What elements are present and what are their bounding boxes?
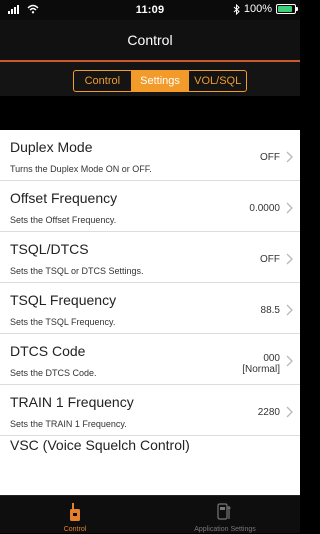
setting-description: Sets the TRAIN 1 Frequency. bbox=[10, 419, 127, 429]
nav-title: Control bbox=[0, 20, 300, 60]
setting-title: Offset Frequency bbox=[10, 190, 118, 206]
setting-title: TSQL/DTCS bbox=[10, 241, 89, 257]
tab-control[interactable]: Control bbox=[0, 496, 150, 534]
setting-description: Sets the DTCS Code. bbox=[10, 368, 97, 378]
chevron-right-icon bbox=[286, 406, 293, 418]
tab-bar: Control Application Settings bbox=[0, 495, 300, 533]
segmented-bar: Control Settings VOL/SQL bbox=[0, 62, 300, 96]
status-bar: 11:09 100% bbox=[0, 0, 300, 20]
setting-value: 000 [Normal] bbox=[242, 353, 280, 375]
setting-value-sub: [Normal] bbox=[242, 364, 280, 375]
setting-description: Sets the TSQL or DTCS Settings. bbox=[10, 266, 144, 276]
battery-percent: 100% bbox=[243, 3, 272, 15]
setting-value: OFF bbox=[260, 152, 280, 163]
setting-value: 2280 bbox=[257, 407, 280, 418]
setting-title: Duplex Mode bbox=[10, 139, 93, 155]
setting-title: VSC (Voice Squelch Control) bbox=[10, 437, 190, 453]
segment-settings[interactable]: Settings bbox=[130, 71, 189, 91]
setting-description: Sets the TSQL Frequency. bbox=[10, 317, 116, 327]
chevron-right-icon bbox=[286, 151, 293, 163]
status-right: 100% bbox=[233, 3, 298, 15]
battery-fill bbox=[278, 6, 292, 12]
segment-control[interactable]: Control bbox=[74, 71, 131, 91]
settings-list: Duplex Mode Turns the Duplex Mode ON or … bbox=[0, 130, 300, 495]
setting-value: 88.5 bbox=[260, 305, 280, 316]
tab-label: Control bbox=[63, 526, 87, 533]
battery-icon bbox=[276, 4, 298, 14]
segmented-control: Control Settings VOL/SQL bbox=[73, 70, 247, 92]
setting-description: Turns the Duplex Mode ON or OFF. bbox=[10, 164, 152, 174]
header-spacer bbox=[0, 96, 300, 130]
tab-application-settings[interactable]: Application Settings bbox=[150, 496, 300, 534]
setting-title: DTCS Code bbox=[10, 343, 86, 359]
settings-device-icon bbox=[217, 503, 231, 520]
tab-label: Application Settings bbox=[194, 526, 256, 533]
chevron-right-icon bbox=[286, 253, 293, 265]
chevron-right-icon bbox=[286, 355, 293, 367]
setting-duplex-mode[interactable]: Duplex Mode Turns the Duplex Mode ON or … bbox=[0, 130, 300, 181]
setting-dtcs-code[interactable]: DTCS Code Sets the DTCS Code. 000 [Norma… bbox=[0, 334, 300, 385]
radio-icon bbox=[70, 503, 80, 521]
setting-tsql-dtcs[interactable]: TSQL/DTCS Sets the TSQL or DTCS Settings… bbox=[0, 232, 300, 283]
setting-vsc[interactable]: VSC (Voice Squelch Control) bbox=[0, 436, 300, 453]
setting-value-main: 000 bbox=[263, 353, 280, 364]
setting-title: TSQL Frequency bbox=[10, 292, 117, 308]
setting-title: TRAIN 1 Frequency bbox=[10, 394, 134, 410]
chevron-right-icon bbox=[286, 202, 293, 214]
setting-tsql-frequency[interactable]: TSQL Frequency Sets the TSQL Frequency. … bbox=[0, 283, 300, 334]
setting-train1-frequency[interactable]: TRAIN 1 Frequency Sets the TRAIN 1 Frequ… bbox=[0, 385, 300, 436]
chevron-right-icon bbox=[286, 304, 293, 316]
setting-description: Sets the Offset Frequency. bbox=[10, 215, 117, 225]
setting-value: OFF bbox=[260, 254, 280, 265]
segment-vol-sql[interactable]: VOL/SQL bbox=[188, 71, 246, 91]
setting-offset-frequency[interactable]: Offset Frequency Sets the Offset Frequen… bbox=[0, 181, 300, 232]
setting-value: 0.0000 bbox=[249, 203, 280, 214]
bluetooth-icon bbox=[233, 3, 240, 15]
